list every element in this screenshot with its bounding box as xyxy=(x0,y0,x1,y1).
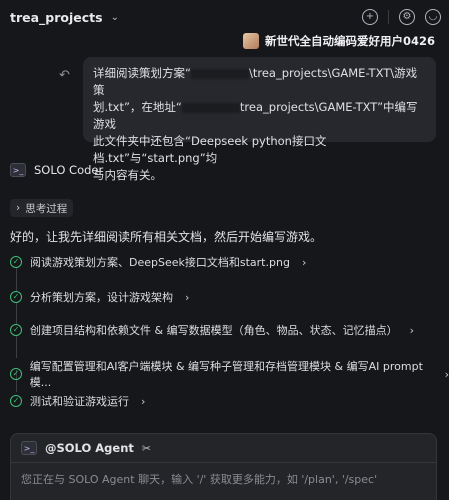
redacted-text xyxy=(190,68,249,79)
chevron-down-icon[interactable]: ⌄ xyxy=(111,12,119,23)
message-line: 与内容有关。 xyxy=(93,168,162,182)
input-header: >_ @SOLO Agent ✂ xyxy=(21,441,151,455)
check-icon: ✓ xyxy=(10,395,22,407)
agent-mention[interactable]: @SOLO Agent xyxy=(45,441,134,455)
chevron-right-icon: › xyxy=(301,255,307,269)
message-line: 详细阅读策划方案“ \trea_projects\GAME-TXT\游戏策 xyxy=(93,66,418,97)
step-connector xyxy=(16,302,17,324)
divider xyxy=(11,462,436,463)
user-row: 新世代全自动编码爱好用户0426 xyxy=(242,32,435,50)
new-chat-icon[interactable]: + xyxy=(362,9,378,25)
settings-icon[interactable]: ⚙ xyxy=(399,9,415,25)
chat-input-box: >_ @SOLO Agent ✂ xyxy=(10,433,437,500)
chevron-right-icon: › xyxy=(409,323,414,337)
step-label: 分析策划方案，设计游戏架构 xyxy=(30,291,173,304)
message-line: 此文件夹中还包含“Deepseek python接口文档.txt”与“start… xyxy=(93,134,327,165)
chevron-right-icon: › xyxy=(185,290,190,304)
step-connector xyxy=(16,268,17,291)
divider xyxy=(388,10,389,24)
check-icon: ✓ xyxy=(10,291,22,303)
chevron-right-icon: › xyxy=(141,394,146,408)
thinking-process-toggle[interactable]: › 思考过程 xyxy=(10,199,74,217)
top-bar: trea_projects ⌄ + ⚙ ◡ xyxy=(0,0,449,34)
chat-input[interactable] xyxy=(21,470,426,488)
chevron-right-icon: › xyxy=(16,202,21,214)
step-label: 编写配置管理和AI客户端模块 & 编写种子管理和存档管理模块 & 编写AI pr… xyxy=(29,360,423,389)
task-step[interactable]: ✓ 阅读游戏策划方案、DeepSeek接口文档和start.png › xyxy=(10,254,306,270)
top-bar-actions: + ⚙ ◡ xyxy=(362,9,441,25)
check-icon: ✓ xyxy=(10,368,22,380)
task-step[interactable]: ✓ 创建项目结构和依赖文件 & 编写数据模型（角色、物品、状态、记忆描点） › xyxy=(10,322,414,338)
redacted-text xyxy=(181,102,240,113)
check-icon: ✓ xyxy=(10,256,22,268)
avatar xyxy=(242,33,259,49)
project-title[interactable]: trea_projects xyxy=(10,10,103,25)
user-name: 新世代全自动编码爱好用户0426 xyxy=(264,34,435,48)
agent-name: SOLO Coder xyxy=(34,163,104,177)
account-icon[interactable]: ◡ xyxy=(425,9,441,25)
user-message-bubble: 详细阅读策划方案“ \trea_projects\GAME-TXT\游戏策 划.t… xyxy=(83,57,436,182)
step-label: 创建项目结构和依赖文件 & 编写数据模型（角色、物品、状态、记忆描点） xyxy=(30,324,398,337)
check-icon: ✓ xyxy=(10,324,22,336)
step-connector xyxy=(16,336,17,358)
reply-intro: 好的，让我先详细阅读所有相关文档，然后开始编写游戏。 xyxy=(10,230,323,244)
tools-icon[interactable]: ✂ xyxy=(142,442,151,455)
task-step[interactable]: ✓ 编写配置管理和AI客户端模块 & 编写种子管理和存档管理模块 & 编写AI … xyxy=(10,358,449,390)
message-line: 划.txt”，在地址“ trea_projects\GAME-TXT”中编写游戏 xyxy=(93,100,418,131)
step-label: 阅读游戏策划方案、DeepSeek接口文档和start.png xyxy=(30,256,290,269)
undo-icon[interactable]: ↶ xyxy=(59,68,70,83)
task-step[interactable]: ✓ 分析策划方案，设计游戏架构 › xyxy=(10,289,189,305)
solo-agent-icon: >_ xyxy=(21,441,37,455)
thinking-label: 思考过程 xyxy=(25,202,68,215)
solo-agent-icon: >_ xyxy=(10,163,26,177)
agent-header: >_ SOLO Coder xyxy=(10,163,103,177)
chevron-right-icon: › xyxy=(444,367,449,381)
step-label: 测试和验证游戏运行 xyxy=(30,395,129,408)
task-step[interactable]: ✓ 测试和验证游戏运行 › xyxy=(10,393,145,409)
